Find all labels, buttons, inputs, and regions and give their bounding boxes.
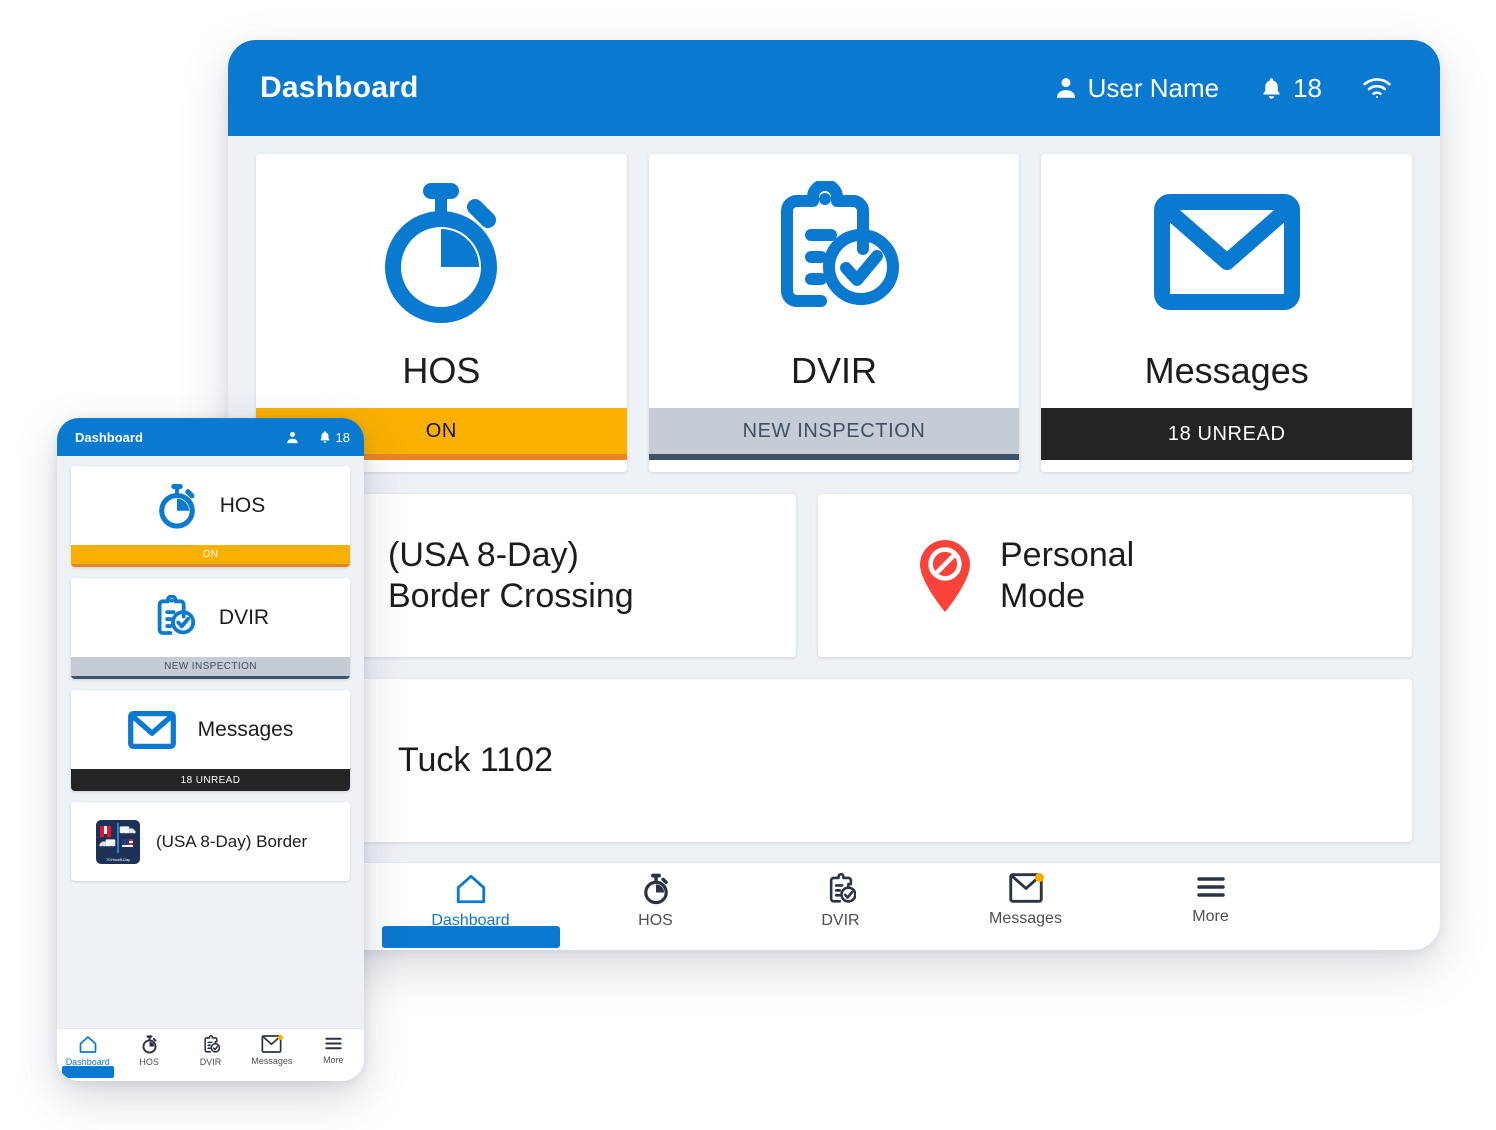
phone-header: Dashboard 18 [57,418,364,456]
envelope-badge-icon [1008,873,1044,903]
envelope-icon [1153,154,1300,350]
stopwatch-icon [156,483,198,529]
phone-nav-item-messages-label: Messages [251,1056,293,1066]
phone-tile-messages-label: Messages [197,717,294,741]
stopwatch-icon [141,1035,158,1054]
phone-bottom-nav: Dashboard HOS DVIR Messages More [57,1028,364,1081]
tile-dvir[interactable]: DVIR NEW INSPECTION [648,154,1020,472]
map-pin-no-entry-icon [916,538,974,614]
phone-nav-item-hos-label: HOS [139,1057,159,1067]
wifi-icon [1362,76,1392,100]
card-border-line2: Border Crossing [388,576,634,615]
screenshot-root: Dashboard User Name 18 HOS ON DVIR NEW I… [0,0,1496,1130]
phone-tile-dvir-label: DVIR [218,605,270,629]
card-vehicle[interactable]: Tuck 1102 [256,679,1412,842]
tablet-device: Dashboard User Name 18 HOS ON DVIR NEW I… [228,40,1440,950]
phone-tile-messages[interactable]: Messages 18 UNREAD [71,690,350,791]
phone-tile-dvir-status[interactable]: NEW INSPECTION [71,657,350,679]
clipboard-check-icon [202,1035,220,1054]
nav-item-messages[interactable]: Messages [933,863,1118,928]
page-title: Dashboard [260,71,419,104]
card-vehicle-label: Tuck 1102 [398,741,553,780]
secondary-cards: 70-Hour/8-Day (USA 8-Day) Border Crossin… [256,494,1412,657]
envelope-badge-icon [261,1035,284,1053]
phone-tile-hos[interactable]: HOS ON [71,466,350,567]
tile-messages-status[interactable]: 18 UNREAD [1041,408,1413,460]
hamburger-icon [324,1035,343,1052]
clipboard-check-icon [152,594,197,640]
phone-nav-item-messages[interactable]: Messages [241,1035,302,1066]
user-account-button[interactable]: User Name [1053,73,1219,104]
border-crossing-badge-icon: 70-Hour/8-Day [96,819,140,864]
phone-nav-item-dashboard[interactable]: Dashboard [57,1035,118,1078]
phone-nav-item-dvir-label: DVIR [199,1057,222,1067]
phone-card-border-crossing[interactable]: 70-Hour/8-Day (USA 8-Day) Border [71,802,350,881]
phone-tile-hos-status[interactable]: ON [71,545,350,567]
envelope-icon [127,710,176,749]
tile-hos-label: HOS [402,350,481,391]
nav-active-indicator [381,926,560,948]
card-personal-line1: Personal [1000,536,1135,575]
phone-nav-active-indicator [61,1066,114,1078]
stopwatch-icon [375,154,507,350]
phone-user-account-button[interactable] [285,430,300,445]
tablet-header: Dashboard User Name 18 [228,40,1440,136]
wifi-status[interactable] [1362,76,1392,100]
phone-notification-count: 18 [335,429,350,445]
phone-content: HOS ON DVIR NEW INSPECTION Messages 18 U… [57,456,364,881]
card-personal-mode[interactable]: Personal Mode [818,494,1412,657]
tile-messages-label: Messages [1144,350,1309,391]
border-badge-caption: 70-Hour/8-Day [106,856,130,862]
card-personal-mode-text: Personal Mode [1000,535,1134,615]
tablet-bottom-nav: Dashboard HOS DVIR Messages More [228,862,1440,950]
phone-nav-item-hos[interactable]: HOS [118,1035,179,1067]
nav-item-messages-label: Messages [989,910,1062,927]
home-icon [78,1035,98,1054]
phone-device: Dashboard 18 HOS ON DVIR NEW INSPECTION … [57,418,364,1081]
notifications-button[interactable]: 18 [1259,73,1322,104]
stopwatch-icon [642,873,670,905]
phone-tile-dvir[interactable]: DVIR NEW INSPECTION [71,578,350,679]
clipboard-check-icon [826,872,857,905]
clipboard-check-icon [763,154,905,350]
person-icon [1053,75,1079,101]
person-icon [285,430,300,445]
user-name-label: User Name [1087,72,1220,103]
nav-item-hos[interactable]: HOS [563,863,748,930]
phone-card-border-label: (USA 8-Day) Border [156,831,308,851]
phone-tile-hos-label: HOS [219,493,266,517]
phone-nav-item-dvir[interactable]: DVIR [180,1035,241,1067]
bell-icon [1259,76,1284,101]
tablet-content: HOS ON DVIR NEW INSPECTION Messages 18 U… [228,136,1440,862]
primary-tiles: HOS ON DVIR NEW INSPECTION Messages 18 U… [256,154,1413,472]
nav-item-hos-label: HOS [638,912,673,929]
nav-item-dashboard[interactable]: Dashboard [378,863,563,948]
unread-dot-badge [1034,873,1044,882]
card-border-crossing-text: (USA 8-Day) Border Crossing [388,535,634,615]
card-personal-line2: Mode [1000,576,1086,615]
phone-nav-item-more-label: More [323,1055,344,1065]
bell-icon [318,430,332,444]
notification-count: 18 [1293,72,1322,103]
phone-nav-item-more[interactable]: More [303,1035,364,1065]
nav-item-more-label: More [1192,908,1229,925]
phone-notifications-button[interactable]: 18 [318,430,350,445]
nav-item-dvir[interactable]: DVIR [748,863,933,930]
tile-dvir-status[interactable]: NEW INSPECTION [648,408,1020,460]
card-border-line1: (USA 8-Day) [388,536,579,575]
unread-dot-badge [278,1035,284,1040]
home-icon [454,873,488,905]
nav-item-more[interactable]: More [1118,863,1303,926]
phone-tile-messages-status[interactable]: 18 UNREAD [71,769,350,791]
tile-dvir-label: DVIR [791,350,878,391]
hamburger-icon [1195,873,1227,901]
phone-page-title: Dashboard [75,429,143,445]
nav-item-dvir-label: DVIR [821,912,860,929]
tile-messages[interactable]: Messages 18 UNREAD [1041,154,1413,472]
